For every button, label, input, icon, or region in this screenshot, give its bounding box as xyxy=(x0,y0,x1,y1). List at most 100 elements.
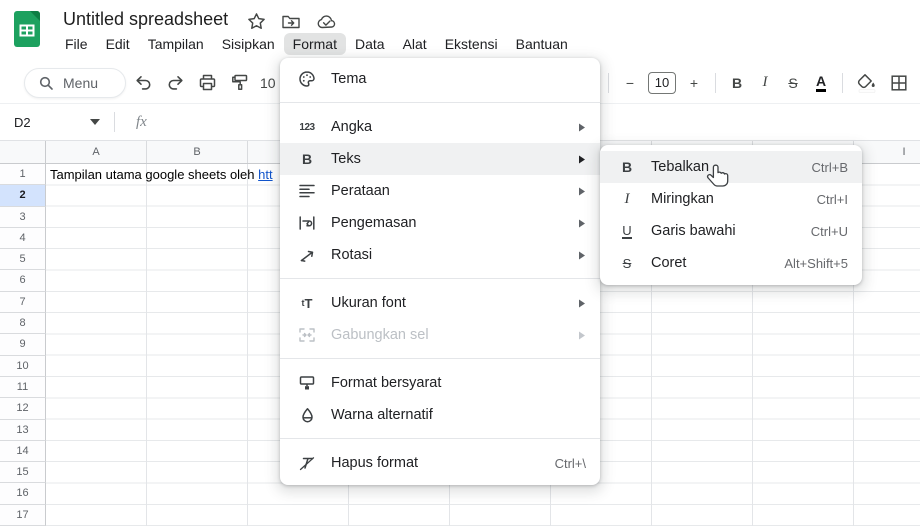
row-header-13[interactable]: 13 xyxy=(0,420,46,441)
undo-icon xyxy=(134,74,153,92)
toolbar-right-group: − 10 + B I S A xyxy=(601,68,920,98)
redo-button[interactable] xyxy=(160,68,190,98)
strikethrough-button[interactable]: S xyxy=(779,75,807,91)
row-header-3[interactable]: 3 xyxy=(0,207,46,228)
paint-format-icon xyxy=(230,73,249,92)
underline-icon: U xyxy=(616,224,638,239)
menu-item-rotasi[interactable]: Rotasi xyxy=(280,239,600,271)
fill-color-button[interactable] xyxy=(852,68,882,98)
google-sheets-app: Untitled spreadsheet File Edit Tampilan … xyxy=(0,0,920,526)
submenu-arrow-icon xyxy=(578,123,586,132)
menu-bantuan[interactable]: Bantuan xyxy=(507,33,577,55)
increase-font-size-button[interactable]: + xyxy=(680,75,708,91)
menu-tampilan[interactable]: Tampilan xyxy=(139,33,213,55)
row-header-5[interactable]: 5 xyxy=(0,249,46,270)
menu-item-tema[interactable]: Tema xyxy=(280,63,600,95)
submenu-item-miringkan[interactable]: I Miringkan Ctrl+I xyxy=(600,183,862,215)
search-menu-button[interactable]: Menu xyxy=(24,68,126,98)
row-headers: 1 2 3 4 5 6 7 8 9 10 11 12 13 14 15 16 1… xyxy=(0,164,46,526)
menu-item-label: Rotasi xyxy=(331,247,570,263)
italic-button[interactable]: I xyxy=(751,74,779,91)
row-header-16[interactable]: 16 xyxy=(0,483,46,504)
row-header-8[interactable]: 8 xyxy=(0,313,46,334)
menu-divider xyxy=(280,278,600,279)
menu-item-teks[interactable]: B Teks xyxy=(280,143,600,175)
row-header-11[interactable]: 11 xyxy=(0,377,46,398)
menu-data[interactable]: Data xyxy=(346,33,394,55)
row-header-9[interactable]: 9 xyxy=(0,334,46,355)
menu-item-perataan[interactable]: Perataan xyxy=(280,175,600,207)
borders-button[interactable] xyxy=(884,68,914,98)
row-header-7[interactable]: 7 xyxy=(0,292,46,313)
zoom-control[interactable]: 10 xyxy=(260,75,276,91)
redo-icon xyxy=(166,74,185,92)
menu-format[interactable]: Format xyxy=(284,33,346,55)
paint-format-button[interactable] xyxy=(224,68,254,98)
column-header-i[interactable]: I xyxy=(854,141,920,163)
fx-label: fx xyxy=(136,114,147,131)
menu-divider xyxy=(280,102,600,103)
menu-item-ukuran-font[interactable]: tT Ukuran font xyxy=(280,287,600,319)
menu-ekstensi[interactable]: Ekstensi xyxy=(436,33,507,55)
submenu-item-garis-bawahi[interactable]: U Garis bawahi Ctrl+U xyxy=(600,215,862,247)
row-header-17[interactable]: 17 xyxy=(0,505,46,526)
decrease-font-size-button[interactable]: − xyxy=(616,75,644,91)
menu-item-pengemasan[interactable]: Pengemasan xyxy=(280,207,600,239)
font-size-input[interactable]: 10 xyxy=(648,72,676,94)
select-all-corner[interactable] xyxy=(0,141,46,164)
hand-cursor xyxy=(706,163,730,193)
menu-edit[interactable]: Edit xyxy=(97,33,139,55)
menu-item-angka[interactable]: 123 Angka xyxy=(280,111,600,143)
menu-file[interactable]: File xyxy=(56,33,97,55)
document-title[interactable]: Untitled spreadsheet xyxy=(63,9,228,30)
alternating-colors-icon xyxy=(296,407,318,423)
menu-sisipkan[interactable]: Sisipkan xyxy=(213,33,284,55)
row-header-6[interactable]: 6 xyxy=(0,270,46,291)
bold-button[interactable]: B xyxy=(723,75,751,91)
submenu-item-tebalkan[interactable]: B Tebalkan Ctrl+B xyxy=(600,151,862,183)
print-icon xyxy=(198,73,217,92)
menu-item-format-bersyarat[interactable]: Format bersyarat xyxy=(280,367,600,399)
submenu-item-shortcut: Alt+Shift+5 xyxy=(784,256,848,271)
text-color-button[interactable]: A xyxy=(807,73,835,92)
print-button[interactable] xyxy=(192,68,222,98)
move-folder-icon[interactable] xyxy=(281,13,301,31)
row-header-2-selected[interactable]: 2 xyxy=(0,185,46,206)
row-header-12[interactable]: 12 xyxy=(0,398,46,419)
row-header-1[interactable]: 1 xyxy=(0,164,46,185)
menu-item-label: Pengemasan xyxy=(331,215,570,231)
submenu-item-coret[interactable]: S Coret Alt+Shift+5 xyxy=(600,247,862,279)
menu-item-gabungkan-sel: Gabungkan sel xyxy=(280,319,600,351)
menu-item-warna-alternatif[interactable]: Warna alternatif xyxy=(280,399,600,431)
clear-format-icon xyxy=(296,456,318,471)
submenu-arrow-icon xyxy=(578,299,586,308)
submenu-arrow-icon xyxy=(578,155,586,164)
menu-alat[interactable]: Alat xyxy=(394,33,436,55)
row-header-15[interactable]: 15 xyxy=(0,462,46,483)
toolbar-divider xyxy=(715,73,716,93)
theme-palette-icon xyxy=(296,70,318,88)
cell-a1-content[interactable]: Tampilan utama google sheets oleh htt xyxy=(50,164,273,185)
name-box-dropdown-icon[interactable] xyxy=(90,119,100,125)
star-icon[interactable] xyxy=(247,12,266,31)
text-wrap-icon xyxy=(296,216,318,230)
fill-color-icon xyxy=(857,73,877,93)
submenu-item-label: Tebalkan xyxy=(651,159,812,175)
row-header-14[interactable]: 14 xyxy=(0,441,46,462)
undo-button[interactable] xyxy=(128,68,158,98)
sheets-logo[interactable] xyxy=(13,10,41,48)
cell-a1-link[interactable]: htt xyxy=(258,167,272,182)
row-header-10[interactable]: 10 xyxy=(0,356,46,377)
submenu-arrow-icon xyxy=(578,187,586,196)
menu-item-label: Teks xyxy=(331,151,570,167)
name-box[interactable]: D2 xyxy=(0,115,72,130)
column-header-a[interactable]: A xyxy=(46,141,147,163)
format-menu: Tema 123 Angka B Teks Perataan xyxy=(280,58,600,485)
cloud-saved-icon[interactable] xyxy=(316,13,338,30)
row-header-4[interactable]: 4 xyxy=(0,228,46,249)
menu-item-label: Ukuran font xyxy=(331,295,570,311)
column-header-b[interactable]: B xyxy=(147,141,248,163)
menu-item-hapus-format[interactable]: Hapus format Ctrl+\ xyxy=(280,447,600,479)
italic-icon: I xyxy=(616,191,638,208)
menu-item-label: Angka xyxy=(331,119,570,135)
